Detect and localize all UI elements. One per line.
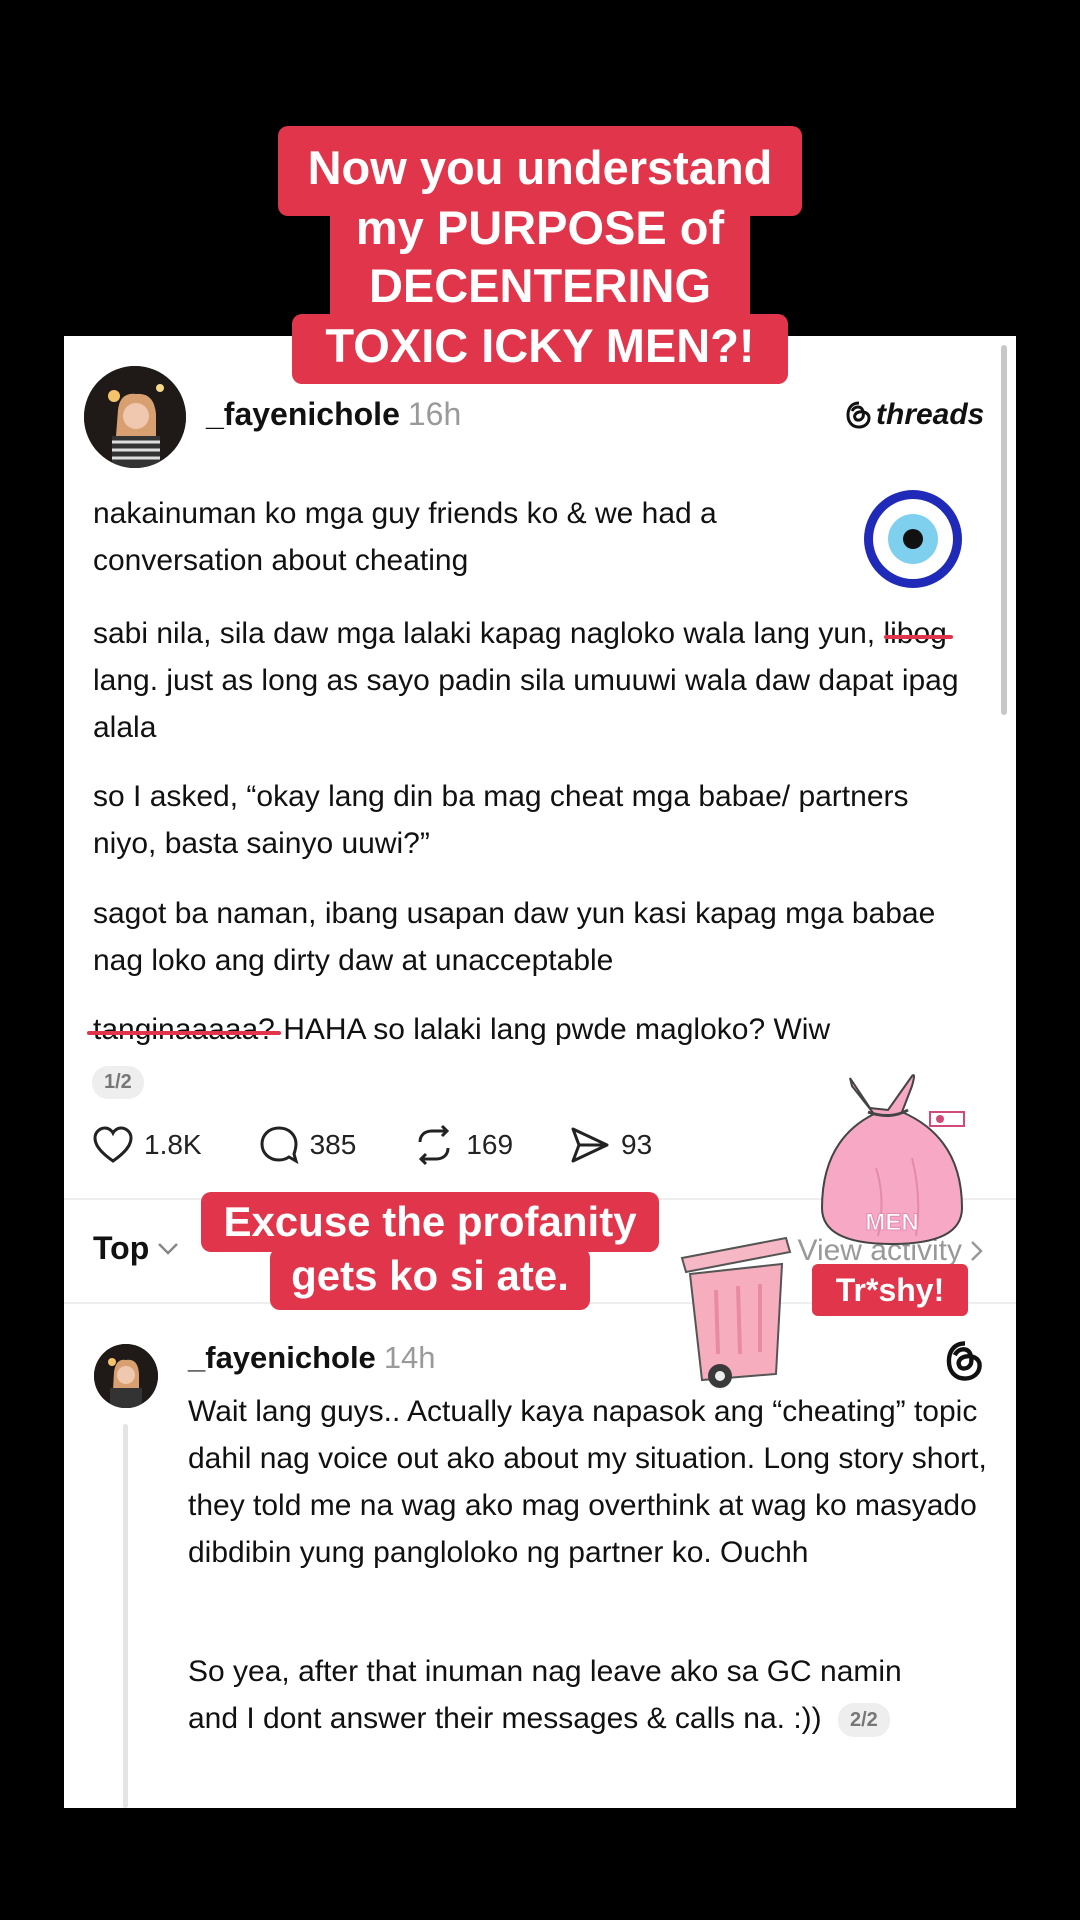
threads-icon	[946, 1341, 982, 1381]
pink-trash-bin-sticker	[680, 1236, 792, 1388]
reply-thread-line	[123, 1424, 128, 1808]
bag-label: MEN	[865, 1209, 918, 1236]
p5-text: HAHA so lalaki lang pwde magloko? Wiw	[274, 1013, 831, 1046]
page-indicator: 1/2	[92, 1066, 144, 1099]
evil-eye-icon	[864, 490, 962, 588]
scrollbar[interactable]	[1001, 345, 1007, 715]
post-paragraph-3: so I asked, “okay lang din ba mag cheat …	[93, 780, 909, 860]
chevron-down-icon	[158, 1242, 179, 1255]
repost-button[interactable]: 169	[412, 1124, 513, 1166]
profanity-caption: Excuse the profanity	[201, 1192, 659, 1252]
reply-paragraph-2: So yea, after that inuman nag leave ako …	[188, 1648, 948, 1742]
post-paragraph-1: nakainuman ko mga guy friends ko & we ha…	[93, 497, 717, 577]
profanity-caption-line-2: gets ko si ate.	[270, 1248, 590, 1310]
post-paragraph-5: tanginaaaaa? HAHA so lalaki lang pwde ma…	[93, 1006, 993, 1053]
top-caption-line-2: my PURPOSE of	[330, 198, 750, 260]
share-button[interactable]: 93	[569, 1125, 652, 1165]
heart-icon	[93, 1126, 133, 1163]
comment-icon	[260, 1126, 299, 1165]
sort-label: Top	[93, 1230, 150, 1266]
reply-page-indicator: 2/2	[837, 1703, 890, 1738]
reply-button[interactable]: 385	[258, 1124, 357, 1166]
post-time: 16h	[407, 396, 462, 432]
post-actions: 1.8K 385 169 93	[92, 1124, 708, 1166]
reply-paragraph-1: Wait lang guys.. Actually kaya napasok a…	[188, 1395, 987, 1569]
sort-dropdown[interactable]: Top	[93, 1230, 179, 1267]
trash-bag-sticker: MEN	[820, 1074, 965, 1246]
repost-count: 169	[466, 1129, 514, 1160]
reply-count: 385	[309, 1129, 357, 1160]
p2-text-b: lang. just as long as sayo padin sila um…	[93, 664, 959, 744]
like-button[interactable]: 1.8K	[92, 1125, 202, 1165]
like-count: 1.8K	[144, 1129, 202, 1160]
p2-struck-text: ibog	[890, 617, 947, 650]
reply-time: 14h	[383, 1340, 436, 1375]
reply-paragraph-2-text: So yea, after that inuman nag leave ako …	[188, 1655, 902, 1735]
reply-username-text[interactable]: _fayenichole	[188, 1340, 376, 1375]
repost-icon	[418, 1124, 450, 1166]
trashy-caption: Tr*shy!	[812, 1264, 968, 1316]
post-paragraph-4: sagot ba naman, ibang usapan daw yun kas…	[93, 897, 936, 977]
threads-wordmark: threads	[876, 398, 985, 431]
share-icon	[571, 1127, 609, 1163]
share-count: 93	[621, 1129, 653, 1160]
post-paragraph-2: sabi nila, sila daw mga lalaki kapag nag…	[93, 610, 993, 751]
avatar[interactable]	[84, 366, 186, 468]
post-username[interactable]: _fayenichole 16h	[206, 396, 461, 433]
p5-struck-text: tanginaaaaa?	[93, 1013, 275, 1046]
chevron-right-icon	[971, 1241, 983, 1261]
p2-text-a: sabi nila, sila daw mga lalaki kapag nag…	[93, 617, 891, 650]
username-text[interactable]: _fayenichole	[206, 396, 400, 432]
threads-logo: threads	[846, 398, 984, 432]
top-caption-line-4: TOXIC ICKY MEN?!	[292, 314, 788, 384]
top-caption-line-3: DECENTERING	[330, 256, 750, 318]
reply-username[interactable]: _fayenichole 14h	[188, 1340, 436, 1376]
threads-icon	[846, 401, 871, 429]
reply-avatar[interactable]	[94, 1344, 158, 1408]
